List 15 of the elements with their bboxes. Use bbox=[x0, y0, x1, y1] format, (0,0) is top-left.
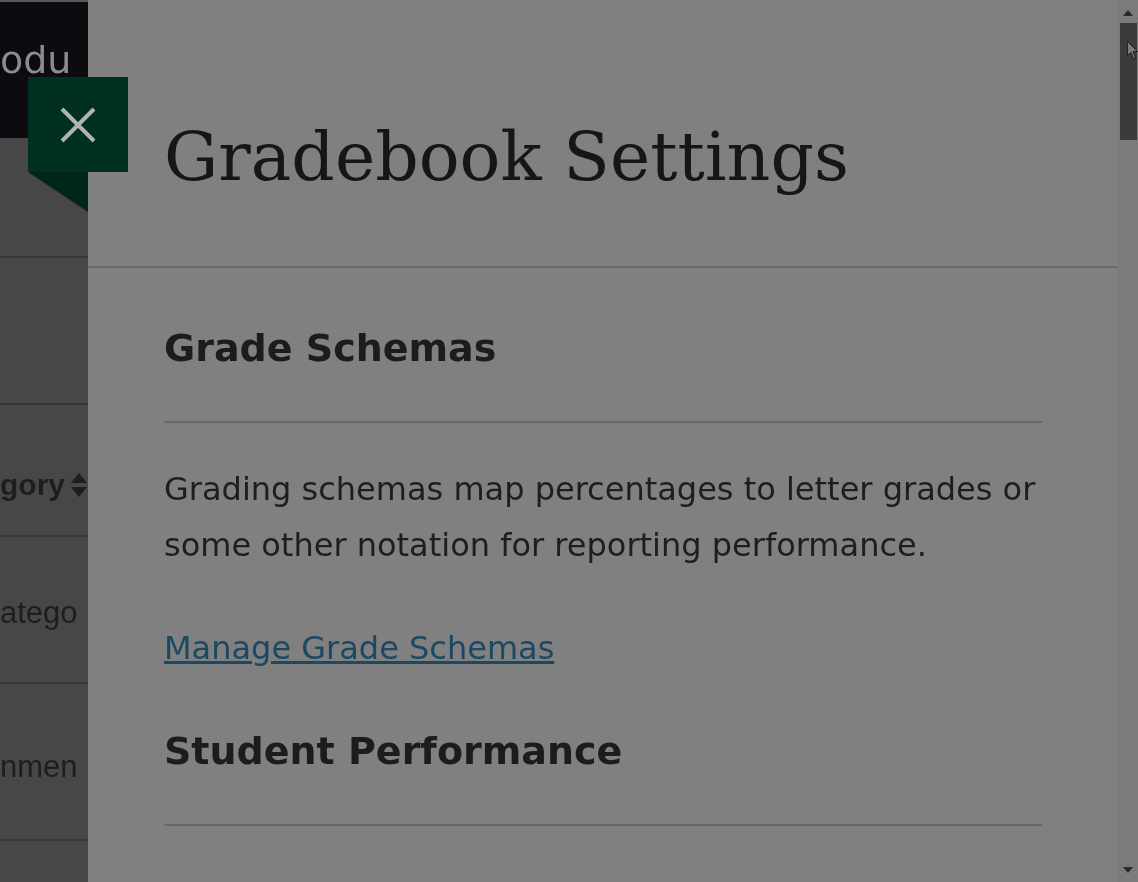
sort-icon bbox=[71, 473, 87, 497]
section-description: Grading schemas map percentages to letter grades or some other notation for reporting performance. bbox=[164, 469, 1037, 566]
panel-title: Gradebook Settings bbox=[164, 116, 849, 198]
manage-link[interactable]: Manage Grade Schemas bbox=[164, 629, 555, 667]
scroll-down-icon[interactable] bbox=[1123, 867, 1133, 873]
scroll-up-icon[interactable] bbox=[1123, 10, 1133, 16]
close-button-fold bbox=[28, 172, 88, 212]
section-heading: Grade Schemas bbox=[164, 325, 497, 371]
header-text: odu bbox=[0, 44, 72, 76]
section-heading: Student Performance bbox=[164, 728, 623, 774]
scrollbar-thumb[interactable] bbox=[1120, 23, 1137, 140]
close-button[interactable] bbox=[28, 77, 128, 172]
scrollbar[interactable] bbox=[1118, 0, 1138, 882]
close-icon bbox=[60, 106, 96, 143]
cursor-icon bbox=[1127, 41, 1138, 59]
